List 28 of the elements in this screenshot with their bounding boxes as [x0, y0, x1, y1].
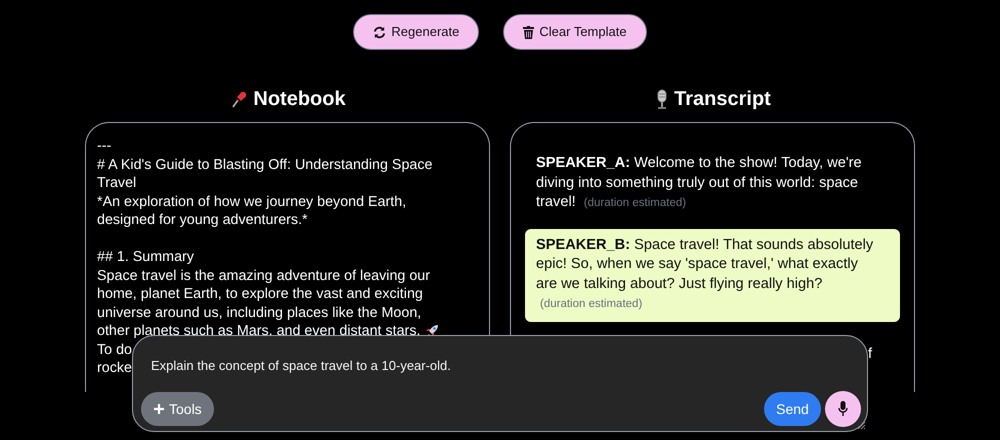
notebook-text-line: universe around us, including places like the Moon, — [97, 304, 422, 322]
notebook-text-line: Space travel is the amazing adventure of leaving our — [97, 266, 430, 285]
notebook-text-line: --- — [97, 137, 112, 156]
notebook-text-line: designed for young adventurers.* — [97, 211, 308, 230]
notebook-text-line: home, planet Earth, to explore the vast and exciting — [97, 285, 423, 304]
notebook-text-line: Travel — [97, 174, 136, 192]
prompt-input[interactable]: Explain the concept of space travel to a 10-year-old. — [151, 356, 451, 376]
notebook-text-line: # A Kid's Guide to Blasting Off: Understanding Space — [97, 156, 432, 174]
refresh-icon — [373, 26, 386, 38]
notebook-text-line: other planets such as Mars, and even distant stars. — [97, 322, 420, 340]
clear-template-button[interactable]: Clear Template — [503, 14, 647, 50]
notebook-text-line: *An exploration of how we journey beyond Earth, — [97, 192, 406, 211]
resize-handle-icon[interactable] — [857, 421, 866, 430]
microphone-icon — [838, 401, 848, 417]
notebook-text-line: rocke — [97, 359, 132, 378]
send-button[interactable]: Send — [764, 392, 821, 426]
notebook-text-line: ## 1. Summary — [97, 248, 194, 266]
tools-button[interactable]: Tools — [141, 392, 214, 426]
plus-icon — [153, 403, 165, 415]
transcript-entry[interactable]: SPEAKER_A: Welcome to the show! Today, we're diving into something truly out of this world: space travel! (duration estimated) — [525, 147, 900, 220]
transcript-entry[interactable]: SPEAKER_B: Space travel! That sounds absolutely epic! So, when we say 'space travel,' what exactly are we talking about? Just flying really high? (duration estimated) — [525, 228, 900, 322]
microphone-button[interactable] — [825, 391, 861, 427]
notebook-text-line: To do — [97, 340, 132, 359]
panel-title: Transcript — [674, 87, 771, 112]
regenerate-button[interactable]: Regenerate — [353, 14, 480, 50]
trash-icon — [523, 26, 534, 38]
panel-title: Notebook — [253, 87, 346, 112]
transcript-text: f — [868, 344, 872, 364]
